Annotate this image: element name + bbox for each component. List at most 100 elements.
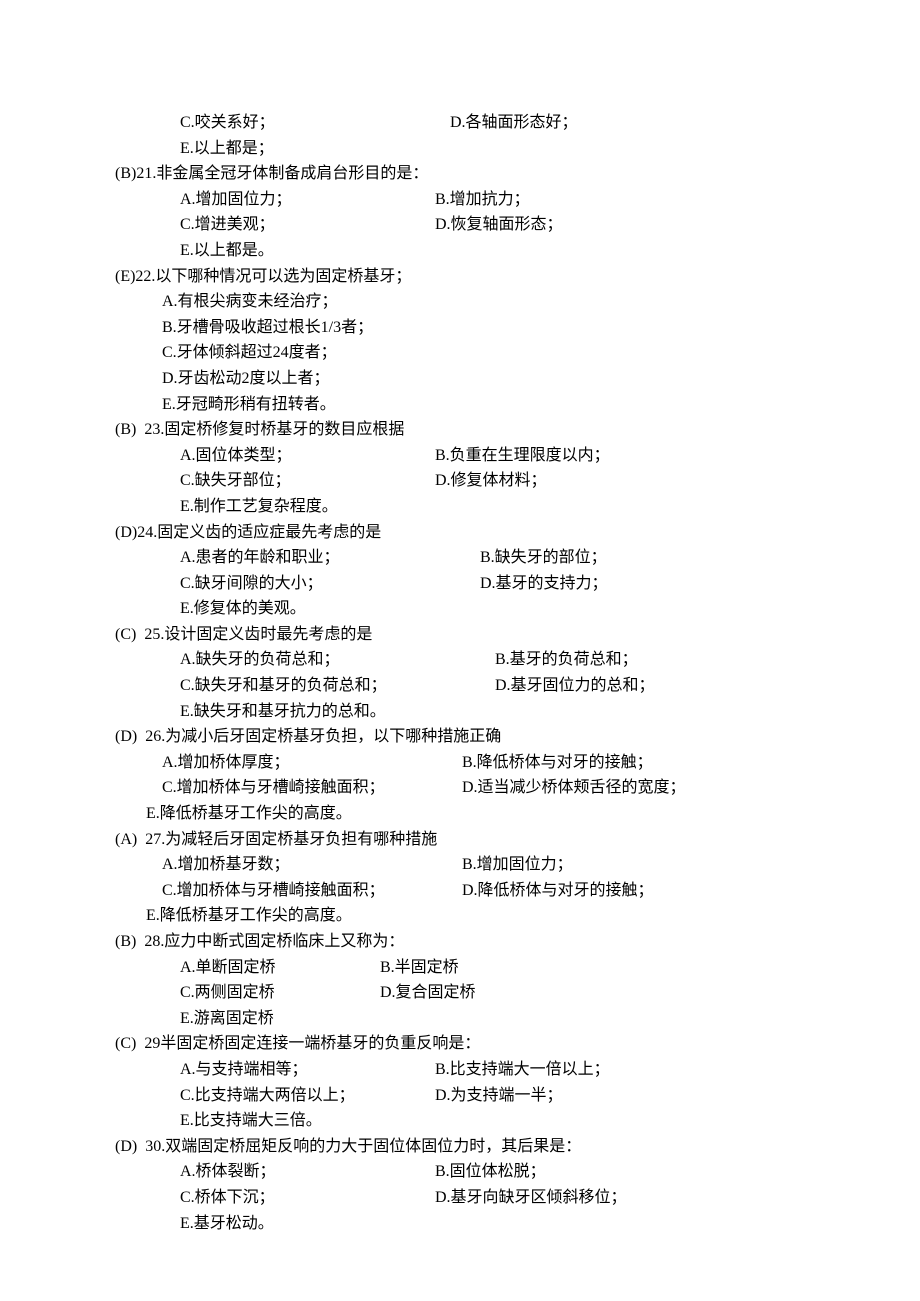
text-line: (D) 30.双端固定桥屈矩反响的力大于固位体固位力时，其后果是： — [0, 1134, 920, 1160]
text-cell: (D) 30.双端固定桥屈矩反响的力大于固位体固位力时，其后果是： — [115, 1134, 581, 1160]
text-cell: C.缺失牙和基牙的负荷总和； — [180, 673, 495, 699]
text-cell: C.牙体倾斜超过24度者； — [162, 340, 337, 366]
text-line: A.有根尖病变未经治疗； — [0, 289, 920, 315]
text-cell: (B)21.非金属全冠牙体制备成肩台形目的是： — [115, 161, 428, 187]
text-cell: C.缺失牙部位； — [180, 468, 435, 494]
text-line: C.比支持端大两倍以上；D.为支持端一半； — [0, 1083, 920, 1109]
text-cell: (B) 23.固定桥修复时桥基牙的数目应根据 — [115, 417, 404, 443]
text-cell: E.游离固定桥 — [180, 1006, 274, 1032]
text-cell: (A) 27.为减轻后牙固定桥基牙负担有哪种措施 — [115, 827, 437, 853]
text-line: E.以上都是。 — [0, 238, 920, 264]
text-line: A.增加桥基牙数；B.增加固位力； — [0, 852, 920, 878]
text-cell: A.增加桥基牙数； — [162, 852, 462, 878]
text-cell: A.增加桥体厚度； — [162, 750, 462, 776]
text-line: (B) 23.固定桥修复时桥基牙的数目应根据 — [0, 417, 920, 443]
text-line: (C) 29半固定桥固定连接一端桥基牙的负重反响是： — [0, 1031, 920, 1057]
text-line: B.牙槽骨吸收超过根长1/3者； — [0, 315, 920, 341]
text-line: (D)24.固定义齿的适应症最先考虑的是 — [0, 520, 920, 546]
text-line: C.两侧固定桥D.复合固定桥 — [0, 980, 920, 1006]
text-cell: C.咬关系好； — [180, 110, 450, 136]
text-cell: E.基牙松动。 — [180, 1211, 274, 1237]
text-cell: (E)22.以下哪种情况可以选为固定桥基牙； — [115, 264, 411, 290]
text-cell: B.降低桥体与对牙的接触； — [462, 750, 653, 776]
text-line: A.与支持端相等；B.比支持端大一倍以上； — [0, 1057, 920, 1083]
text-line: C.增加桥体与牙槽崎接触面积；D.适当减少桥体颊舌径的宽度； — [0, 775, 920, 801]
text-line: (A) 27.为减轻后牙固定桥基牙负担有哪种措施 — [0, 827, 920, 853]
text-cell: B.增加固位力； — [462, 852, 573, 878]
text-cell: B.增加抗力； — [435, 187, 530, 213]
text-cell: A.患者的年龄和职业； — [180, 545, 480, 571]
text-line: C.缺牙间隙的大小；D.基牙的支持力； — [0, 571, 920, 597]
text-cell: E.以上都是。 — [180, 238, 274, 264]
text-line: (C) 25.设计固定义齿时最先考虑的是 — [0, 622, 920, 648]
text-line: E.降低桥基牙工作尖的高度。 — [0, 903, 920, 929]
text-cell: (C) 29半固定桥固定连接一端桥基牙的负重反响是： — [115, 1031, 480, 1057]
text-cell: E.缺失牙和基牙抗力的总和。 — [180, 699, 386, 725]
text-line: E.修复体的美观。 — [0, 596, 920, 622]
text-cell: E.降低桥基牙工作尖的高度。 — [146, 801, 352, 827]
text-cell: (B) 28.应力中断式固定桥临床上又称为： — [115, 929, 404, 955]
text-cell: A.缺失牙的负荷总和； — [180, 647, 495, 673]
text-cell: E.以上都是； — [180, 136, 274, 162]
text-cell: (D) 26.为减小后牙固定桥基牙负担，以下哪种措施正确 — [115, 724, 501, 750]
text-cell: B.基牙的负荷总和； — [495, 647, 638, 673]
text-line: A.缺失牙的负荷总和；B.基牙的负荷总和； — [0, 647, 920, 673]
text-cell: E.制作工艺复杂程度。 — [180, 494, 338, 520]
text-cell: C.增加桥体与牙槽崎接触面积； — [162, 775, 462, 801]
text-cell: D.降低桥体与对牙的接触； — [462, 878, 654, 904]
text-line: A.固位体类型；B.负重在生理限度以内； — [0, 443, 920, 469]
text-cell: D.基牙向缺牙区倾斜移位； — [435, 1185, 627, 1211]
text-line: E.基牙松动。 — [0, 1211, 920, 1237]
text-line: E.缺失牙和基牙抗力的总和。 — [0, 699, 920, 725]
text-line: E.制作工艺复杂程度。 — [0, 494, 920, 520]
text-cell: C.比支持端大两倍以上； — [180, 1083, 435, 1109]
text-cell: D.基牙的支持力； — [480, 571, 608, 597]
text-line: E.牙冠畸形稍有扭转者。 — [0, 392, 920, 418]
text-cell: A.与支持端相等； — [180, 1057, 435, 1083]
text-cell: E.牙冠畸形稍有扭转者。 — [162, 392, 336, 418]
text-line: C.缺失牙和基牙的负荷总和；D.基牙固位力的总和； — [0, 673, 920, 699]
text-cell: D.为支持端一半； — [435, 1083, 563, 1109]
text-line: A.桥体裂断；B.固位体松脱； — [0, 1159, 920, 1185]
text-line: C.牙体倾斜超过24度者； — [0, 340, 920, 366]
text-cell: D.复合固定桥 — [380, 980, 476, 1006]
text-line: C.增进美观；D.恢复轴面形态； — [0, 212, 920, 238]
text-cell: A.增加固位力； — [180, 187, 435, 213]
text-line: (B) 28.应力中断式固定桥临床上又称为： — [0, 929, 920, 955]
text-line: (B)21.非金属全冠牙体制备成肩台形目的是： — [0, 161, 920, 187]
text-line: E.以上都是； — [0, 136, 920, 162]
text-cell: A.桥体裂断； — [180, 1159, 435, 1185]
text-cell: A.有根尖病变未经治疗； — [162, 289, 338, 315]
text-cell: D.牙齿松动2度以上者； — [162, 366, 330, 392]
text-cell: C.增进美观； — [180, 212, 435, 238]
text-cell: E.降低桥基牙工作尖的高度。 — [146, 903, 352, 929]
text-cell: D.修复体材料； — [435, 468, 547, 494]
text-line: C.咬关系好；D.各轴面形态好； — [0, 110, 920, 136]
text-line: E.游离固定桥 — [0, 1006, 920, 1032]
text-cell: A.单断固定桥 — [180, 955, 380, 981]
text-line: A.单断固定桥B.半固定桥 — [0, 955, 920, 981]
text-cell: C.桥体下沉； — [180, 1185, 435, 1211]
text-line: E.比支持端大三倍。 — [0, 1108, 920, 1134]
document-page: C.咬关系好；D.各轴面形态好；E.以上都是；(B)21.非金属全冠牙体制备成肩… — [0, 0, 920, 1301]
text-cell: D.基牙固位力的总和； — [495, 673, 655, 699]
text-line: D.牙齿松动2度以上者； — [0, 366, 920, 392]
text-cell: B.缺失牙的部位； — [480, 545, 607, 571]
text-cell: C.两侧固定桥 — [180, 980, 380, 1006]
text-cell: B.比支持端大一倍以上； — [435, 1057, 610, 1083]
text-cell: D.各轴面形态好； — [450, 110, 578, 136]
text-line: E.降低桥基牙工作尖的高度。 — [0, 801, 920, 827]
text-line: A.患者的年龄和职业；B.缺失牙的部位； — [0, 545, 920, 571]
text-cell: C.增加桥体与牙槽崎接触面积； — [162, 878, 462, 904]
text-cell: A.固位体类型； — [180, 443, 435, 469]
text-line: A.增加桥体厚度；B.降低桥体与对牙的接触； — [0, 750, 920, 776]
text-cell: (C) 25.设计固定义齿时最先考虑的是 — [115, 622, 372, 648]
text-cell: B.半固定桥 — [380, 955, 459, 981]
text-line: (D) 26.为减小后牙固定桥基牙负担，以下哪种措施正确 — [0, 724, 920, 750]
text-cell: D.恢复轴面形态； — [435, 212, 563, 238]
text-line: A.增加固位力；B.增加抗力； — [0, 187, 920, 213]
text-cell: B.固位体松脱； — [435, 1159, 546, 1185]
text-cell: C.缺牙间隙的大小； — [180, 571, 480, 597]
text-cell: B.牙槽骨吸收超过根长1/3者； — [162, 315, 373, 341]
text-line: C.桥体下沉；D.基牙向缺牙区倾斜移位； — [0, 1185, 920, 1211]
